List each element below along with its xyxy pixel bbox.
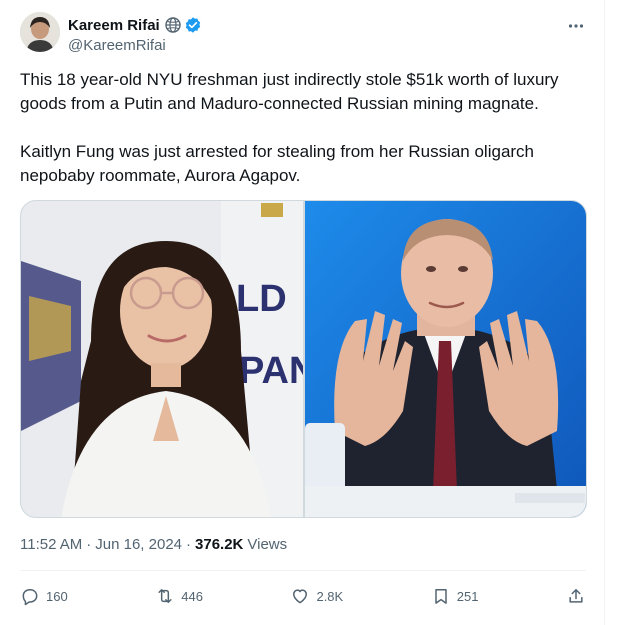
author-info: Kareem Rifai @KareemRifai	[68, 15, 202, 54]
portrait-photo: LD PAN	[21, 201, 303, 517]
meta-separator: ·	[86, 536, 92, 553]
display-name[interactable]: Kareem Rifai	[68, 17, 160, 34]
heart-icon	[293, 589, 308, 604]
tweet-header: Kareem Rifai @KareemRifai	[20, 12, 590, 56]
media-grid: LD PAN	[20, 200, 587, 518]
retweet-count: 446	[181, 588, 203, 604]
tweet-paragraph: This 18 year-old NYU freshman just indir…	[20, 70, 559, 113]
retweet-button[interactable]: 446	[155, 586, 203, 606]
media-photo-left[interactable]: LD PAN	[21, 201, 303, 517]
like-count: 2.8K	[316, 588, 344, 604]
reply-icon	[22, 589, 38, 606]
speaker-photo	[305, 201, 586, 517]
more-icon	[568, 24, 584, 28]
views-label: Views	[247, 536, 288, 553]
background-letters: LD	[236, 278, 287, 320]
retweet-icon	[158, 589, 172, 603]
meta-separator: ·	[186, 536, 192, 553]
tweet-time[interactable]: 11:52 AM	[20, 536, 82, 553]
views-count: 376.2K	[195, 536, 244, 553]
divider	[20, 570, 586, 571]
action-bar: 160 446 2.8K 251	[20, 580, 586, 612]
reply-button[interactable]: 160	[20, 586, 68, 606]
avatar[interactable]	[20, 12, 60, 52]
share-button[interactable]	[566, 586, 586, 606]
media-photo-right[interactable]	[305, 201, 586, 517]
tweet-meta: 11:52 AM · Jun 16, 2024 · 376.2K Views	[20, 536, 287, 553]
bookmark-icon	[435, 589, 447, 604]
like-button[interactable]: 2.8K	[290, 586, 343, 606]
verified-icon	[184, 16, 202, 34]
globe-icon	[164, 16, 182, 34]
tweet-paragraph: Kaitlyn Fung was just arrested for steal…	[20, 142, 535, 185]
author-handle[interactable]: @KareemRifai	[68, 37, 202, 54]
avatar-image	[20, 12, 60, 52]
tweet-text: This 18 year-old NYU freshman just indir…	[20, 68, 590, 188]
background-letters: PAN	[239, 350, 303, 392]
bookmark-count: 251	[456, 588, 479, 604]
tweet-card: Kareem Rifai @KareemRifai This 18 year-o…	[0, 0, 605, 625]
share-icon	[569, 589, 583, 603]
tweet-date[interactable]: Jun 16, 2024	[95, 536, 182, 553]
bookmark-button[interactable]: 251	[431, 586, 479, 606]
more-options-button[interactable]	[564, 14, 588, 38]
reply-count: 160	[46, 588, 68, 604]
